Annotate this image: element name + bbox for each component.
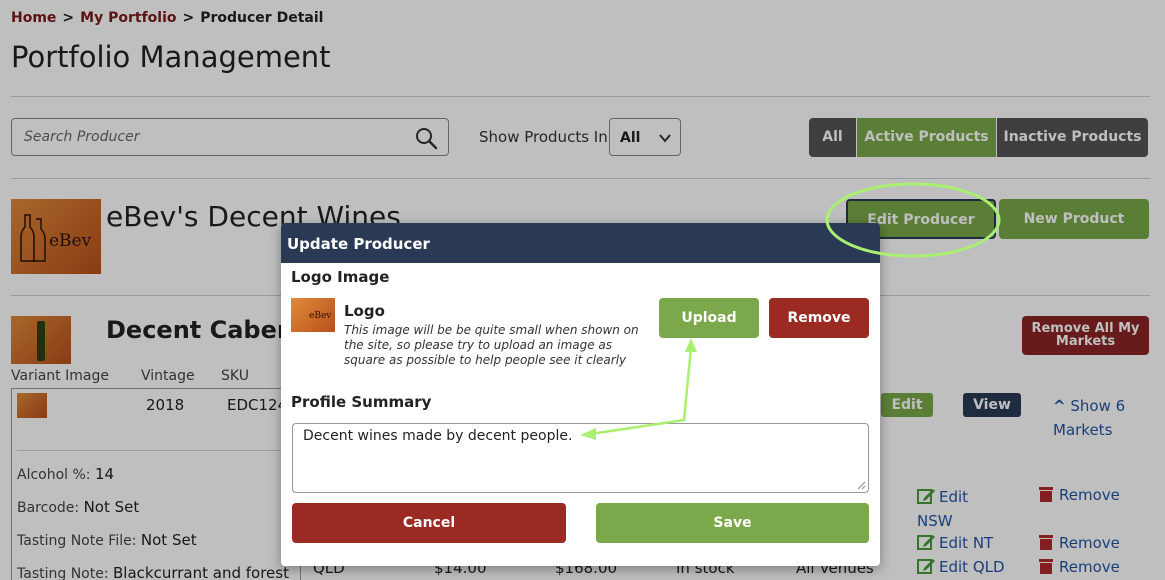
profile-summary-heading: Profile Summary: [291, 393, 432, 411]
modal-title: Update Producer: [281, 223, 880, 263]
update-producer-modal: Update Producer Logo Image eBev Logo Thi…: [281, 223, 880, 566]
logo-hint: This image will be be quite small when s…: [344, 323, 639, 367]
logo-section-heading: Logo Image: [291, 268, 390, 286]
logo-label: Logo: [344, 302, 385, 320]
modal-logo-preview: eBev: [291, 298, 335, 332]
profile-summary-value: Decent wines made by decent people.: [303, 428, 573, 444]
resize-grip-icon[interactable]: [856, 480, 866, 490]
cancel-button[interactable]: Cancel: [292, 503, 566, 543]
save-button[interactable]: Save: [596, 503, 869, 543]
upload-button[interactable]: Upload: [659, 298, 759, 338]
remove-logo-button[interactable]: Remove: [769, 298, 869, 338]
profile-summary-textarea[interactable]: Decent wines made by decent people.: [292, 423, 869, 493]
